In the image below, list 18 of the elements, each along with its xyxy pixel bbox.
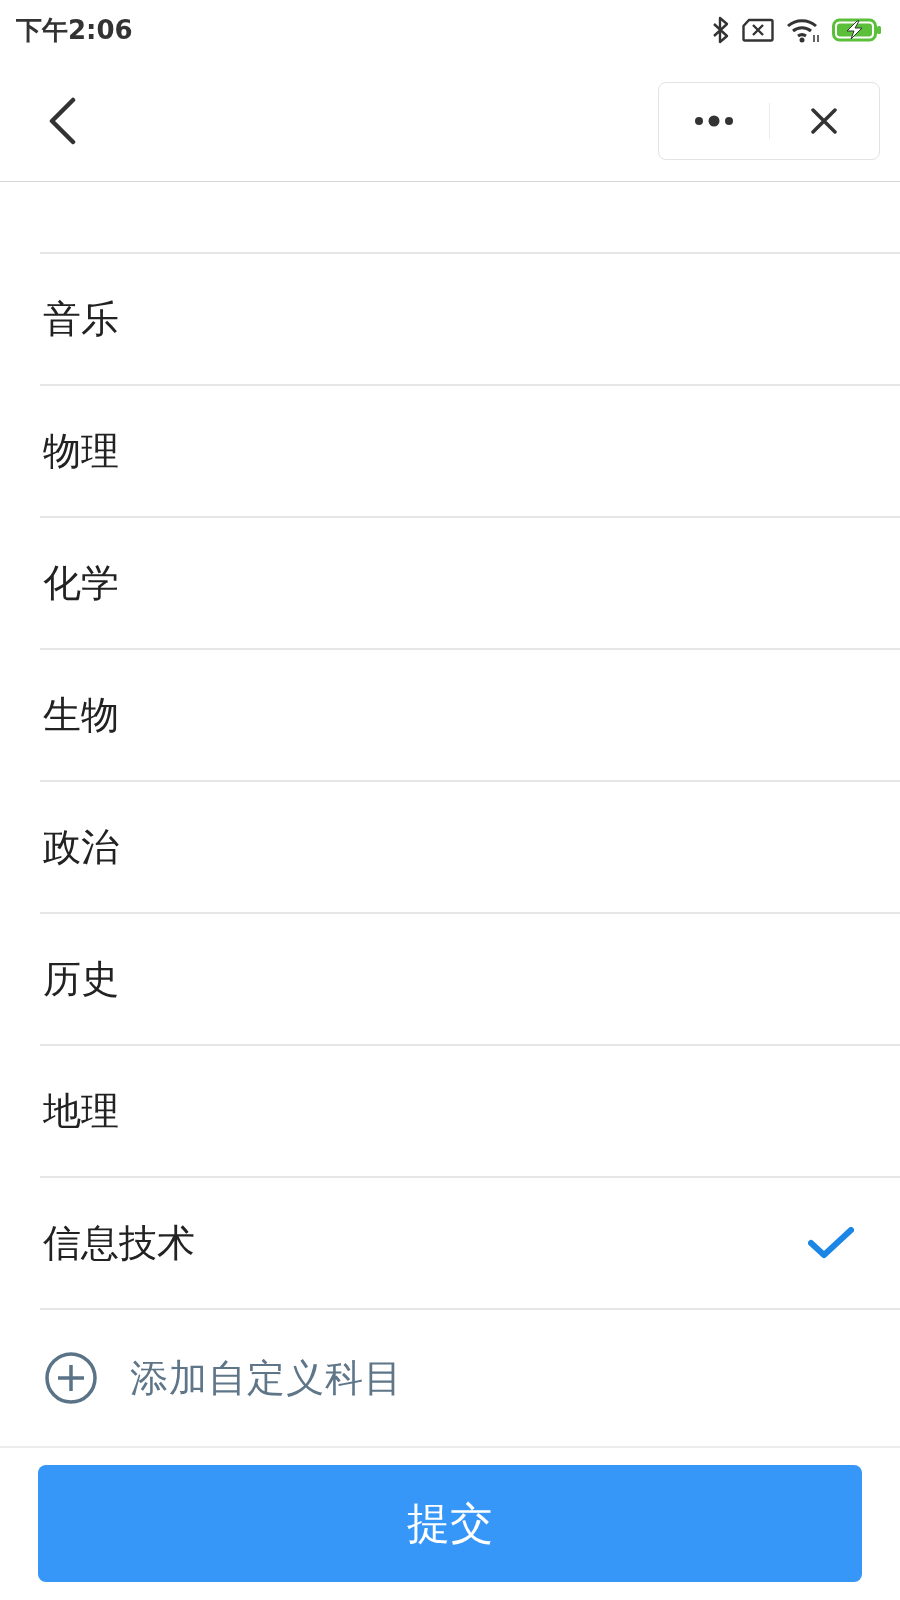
subject-option[interactable]: 政治 (43, 821, 119, 873)
plus-circle-icon[interactable] (45, 1352, 97, 1404)
bluetooth-icon (712, 16, 730, 44)
sim-card-icon (742, 18, 774, 42)
subject-option[interactable]: 生物 (43, 689, 119, 741)
subject-option[interactable]: 历史 (43, 953, 119, 1005)
status-time: 下午2:06 (16, 13, 133, 47)
close-icon[interactable] (811, 107, 838, 134)
wifi-icon (786, 17, 820, 43)
battery-charging-icon (832, 18, 882, 42)
subject-option[interactable]: 化学 (43, 557, 119, 609)
more-icon[interactable] (693, 114, 734, 127)
back-icon[interactable] (48, 96, 76, 145)
subject-option[interactable]: 信息技术 (43, 1217, 195, 1269)
subject-option[interactable]: 地理 (43, 1085, 119, 1137)
subject-option[interactable]: 音乐 (43, 293, 119, 345)
subject-option[interactable]: 物理 (43, 425, 119, 477)
add-custom-subject-link[interactable]: 添加自定义科目 (130, 1352, 403, 1404)
